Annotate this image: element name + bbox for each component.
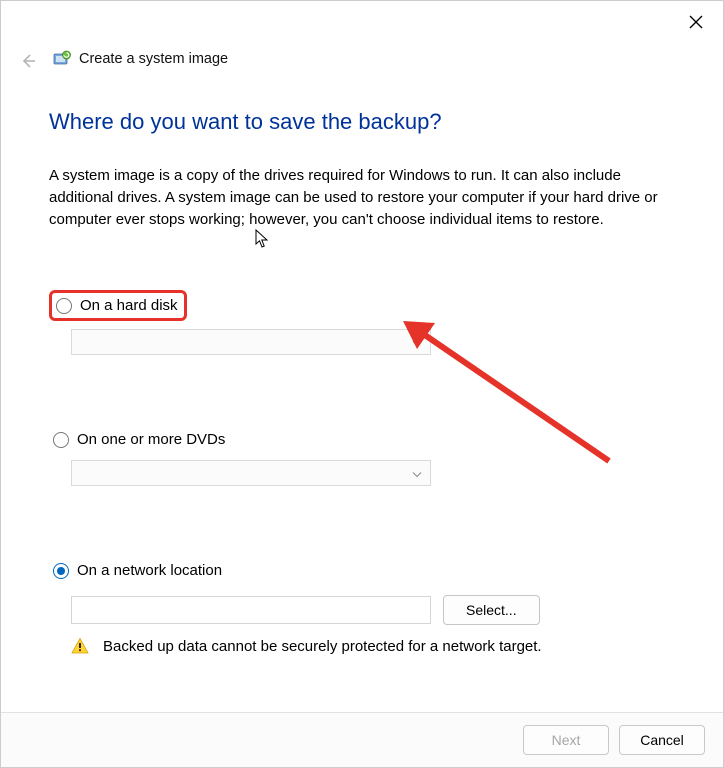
network-path-row: Select... bbox=[71, 595, 675, 625]
page-heading: Where do you want to save the backup? bbox=[49, 109, 675, 135]
chevron-down-icon bbox=[412, 465, 422, 482]
chevron-down-icon bbox=[412, 334, 422, 351]
radio-icon bbox=[53, 432, 69, 448]
dvds-dropdown[interactable] bbox=[71, 460, 431, 486]
back-button[interactable] bbox=[19, 52, 37, 70]
option-hard-disk: On a hard disk bbox=[49, 290, 675, 355]
radio-label: On one or more DVDs bbox=[77, 431, 225, 448]
close-button[interactable] bbox=[681, 11, 711, 36]
option-dvds: On one or more DVDs bbox=[49, 427, 675, 486]
radio-network[interactable]: On a network location bbox=[49, 558, 228, 583]
wizard-title: Create a system image bbox=[79, 51, 228, 67]
option-network: On a network location Select... Backed u… bbox=[49, 558, 675, 655]
warning-icon bbox=[71, 637, 89, 655]
network-warning-text: Backed up data cannot be securely protec… bbox=[103, 638, 542, 655]
main-content: Where do you want to save the backup? A … bbox=[49, 101, 675, 655]
cancel-button[interactable]: Cancel bbox=[619, 725, 705, 755]
radio-label: On a network location bbox=[77, 562, 222, 579]
network-warning-row: Backed up data cannot be securely protec… bbox=[71, 637, 675, 655]
network-path-input[interactable] bbox=[71, 596, 431, 624]
back-arrow-icon bbox=[19, 52, 37, 70]
next-button[interactable]: Next bbox=[523, 725, 609, 755]
radio-icon bbox=[53, 563, 69, 579]
radio-icon bbox=[56, 298, 72, 314]
radio-label: On a hard disk bbox=[80, 297, 178, 314]
wizard-title-row: Create a system image bbox=[53, 50, 228, 68]
system-image-icon bbox=[53, 50, 71, 68]
dialog-footer: Next Cancel bbox=[1, 712, 723, 767]
radio-dvds[interactable]: On one or more DVDs bbox=[49, 427, 231, 452]
select-network-button[interactable]: Select... bbox=[443, 595, 540, 625]
page-description: A system image is a copy of the drives r… bbox=[49, 165, 664, 230]
hard-disk-dropdown[interactable] bbox=[71, 329, 431, 355]
create-system-image-dialog: Create a system image Where do you want … bbox=[0, 0, 724, 768]
close-icon bbox=[689, 15, 703, 29]
radio-hard-disk[interactable]: On a hard disk bbox=[49, 290, 187, 321]
